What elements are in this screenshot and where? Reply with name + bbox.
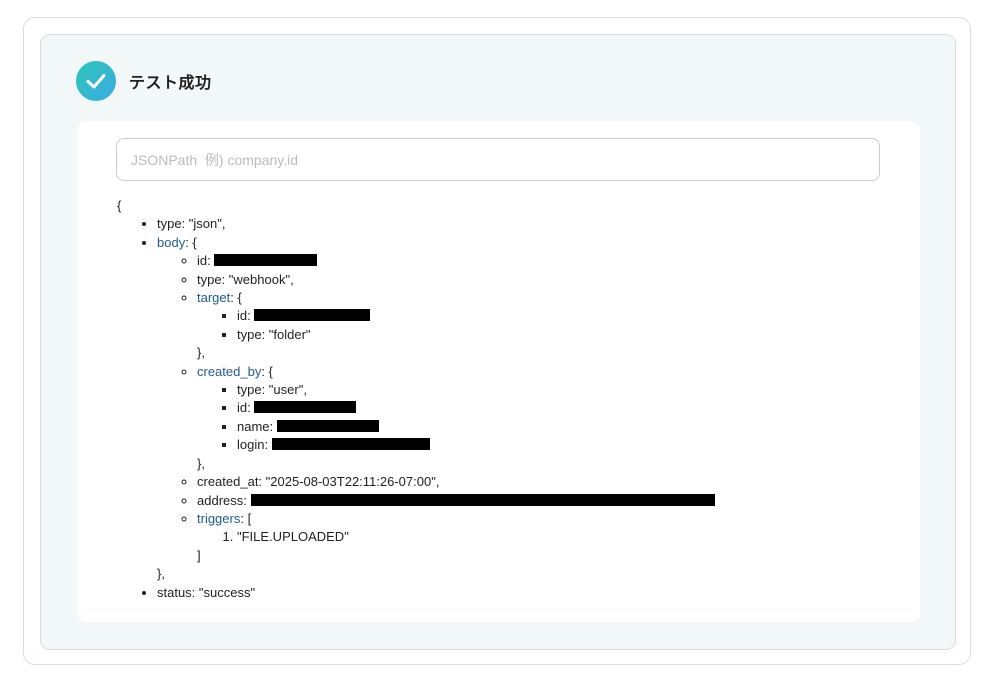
json-output-panel: { type: "json", body: { id: type: "webho… <box>77 121 920 622</box>
triggers-key-link[interactable]: triggers <box>197 511 240 526</box>
redacted-block <box>271 438 430 451</box>
created-by-item-login: login: <box>237 436 715 454</box>
json-open-brace: { <box>117 198 122 213</box>
json-tree: { type: "json", body: { id: type: "webho… <box>117 197 715 602</box>
redacted-block <box>254 309 371 322</box>
body-item-type: type: "webhook", <box>197 271 715 289</box>
body-item-target: target: { id: type: "folder" }, <box>197 289 715 363</box>
redacted-block <box>250 493 715 506</box>
body-item-created-at: created_at: "2025-08-03T22:11:26-07:00", <box>197 473 715 491</box>
body-item-triggers: triggers: [ "FILE.UPLOADED" ] <box>197 510 715 565</box>
body-item-id: id: <box>197 252 715 270</box>
body-list: id: type: "webhook", target: { id: type:… <box>157 252 715 565</box>
redacted-block <box>214 254 318 267</box>
outer-card: テスト成功 { type: "json", body: { id: type: … <box>23 17 971 665</box>
trigger-item: "FILE.UPLOADED" <box>237 528 715 546</box>
body-item-address: address: <box>197 492 715 510</box>
target-item-id: id: <box>237 307 715 325</box>
json-item-status: status: "success" <box>157 584 715 602</box>
redacted-block <box>276 419 379 432</box>
status-header: テスト成功 <box>76 61 212 101</box>
created-by-list: type: "user", id: name: login: <box>197 381 715 455</box>
created-by-item-name: name: <box>237 418 715 436</box>
body-item-created-by: created_by: { type: "user", id: name: lo… <box>197 363 715 473</box>
json-item-body: body: { id: type: "webhook", target: { i… <box>157 234 715 584</box>
created-by-close: }, <box>197 455 205 471</box>
body-close: }, <box>157 566 165 582</box>
json-root-list: type: "json", body: { id: type: "webhook… <box>117 215 715 602</box>
target-key-link[interactable]: target <box>197 290 230 305</box>
test-result-panel: テスト成功 { type: "json", body: { id: type: … <box>40 34 956 650</box>
created-by-item-type: type: "user", <box>237 381 715 399</box>
triggers-list: "FILE.UPLOADED" <box>197 528 715 546</box>
body-key-link[interactable]: body <box>157 235 185 250</box>
target-close: }, <box>197 345 205 361</box>
status-title: テスト成功 <box>129 75 212 92</box>
created-by-key-link[interactable]: created_by <box>197 364 261 379</box>
jsonpath-search-input[interactable] <box>116 138 880 181</box>
check-icon <box>76 61 116 101</box>
redacted-block <box>254 401 357 414</box>
target-list: id: type: "folder" <box>197 307 715 344</box>
target-item-type: type: "folder" <box>237 326 715 344</box>
triggers-close: ] <box>197 547 201 563</box>
created-by-item-id: id: <box>237 399 715 417</box>
json-item-type: type: "json", <box>157 215 715 233</box>
